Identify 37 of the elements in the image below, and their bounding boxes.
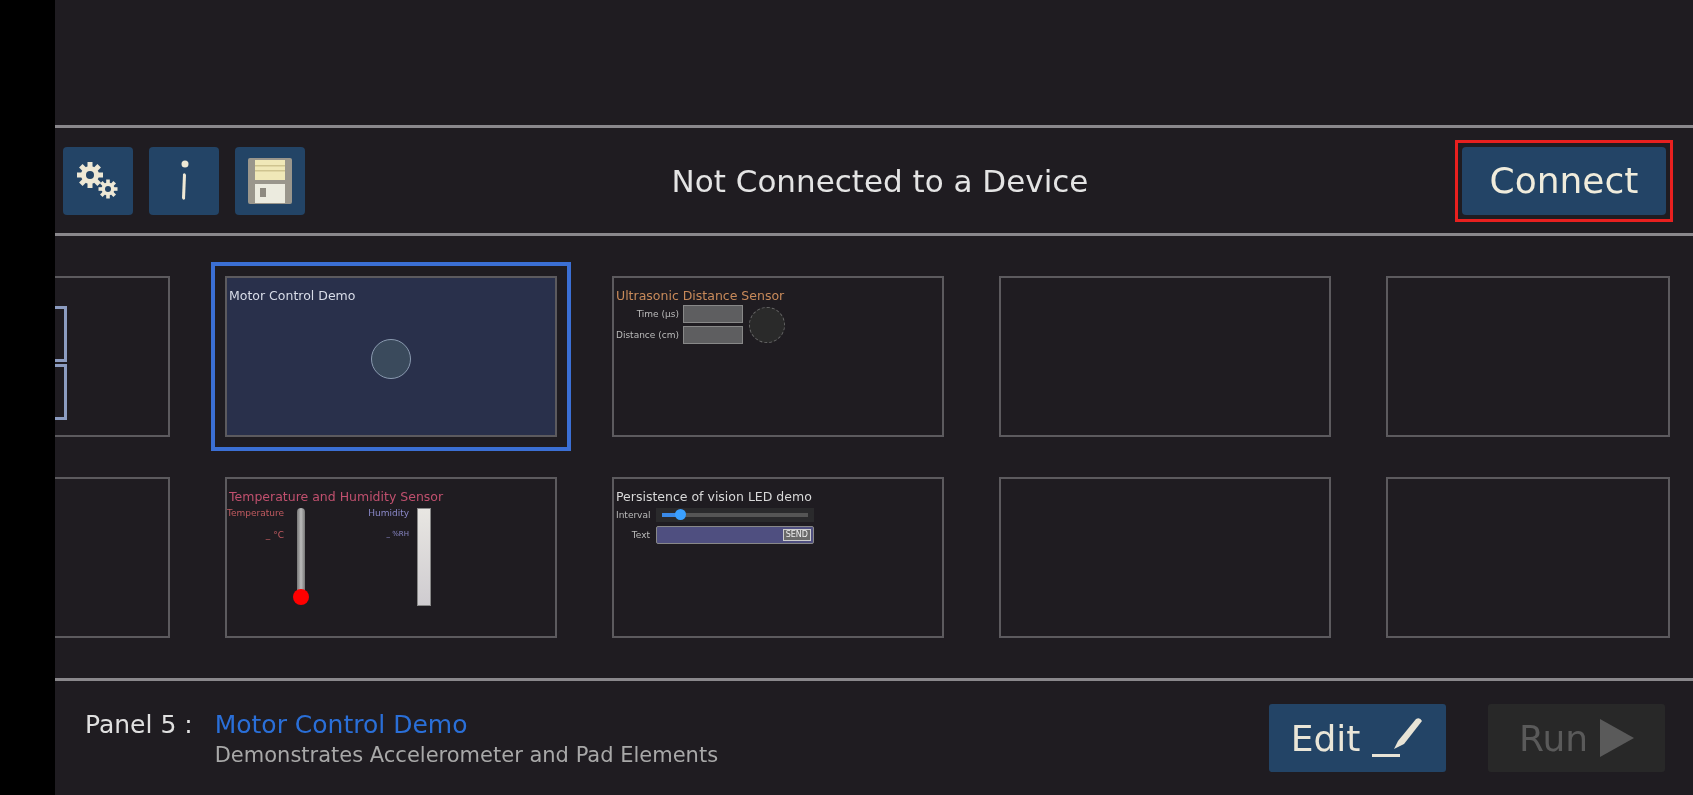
temperature-label: Temperature: [227, 508, 284, 518]
panel-title: Persistence of vision LED demo: [616, 489, 812, 504]
send-button[interactable]: SEND: [782, 529, 811, 541]
text-input-field[interactable]: SEND: [656, 526, 814, 544]
panel-title: Temperature and Humidity Sensor: [229, 489, 444, 504]
panel-card[interactable]: Ultrasonic Distance Sensor Time (µs) Distance (cm): [612, 276, 944, 437]
panel-title: Ultrasonic Distance Sensor: [616, 288, 785, 303]
humidity-label: Humidity: [368, 508, 409, 518]
pad-button: [55, 364, 67, 420]
settings-button[interactable]: [63, 146, 133, 215]
play-icon: [1600, 719, 1634, 757]
info-button[interactable]: [149, 146, 219, 215]
text-label: Text: [630, 530, 650, 540]
interval-label: Interval: [616, 510, 650, 520]
pad-button: [55, 306, 67, 362]
gears-icon: [75, 160, 121, 201]
value-field: [682, 326, 743, 344]
value-field: [682, 305, 743, 323]
joystick-pad: [371, 339, 411, 379]
field-label: Time (µs): [636, 309, 679, 319]
panel-card[interactable]: Persistence of vision LED demo Interval Text SEND: [612, 477, 944, 638]
panel-card[interactable]: [55, 276, 170, 437]
connection-status: Not Connected to a Device: [670, 162, 1090, 199]
edit-button[interactable]: Edit: [1269, 704, 1446, 772]
connect-button[interactable]: Connect: [1462, 146, 1666, 215]
pencil-icon: [1372, 717, 1425, 759]
indicator-light: [748, 306, 785, 343]
panel-number: Panel 5 :: [85, 709, 193, 739]
panel-name: Motor Control Demo: [214, 709, 469, 739]
field-label: Distance (cm): [616, 330, 679, 340]
interval-slider[interactable]: [656, 508, 814, 522]
temperature-reading: _ °C: [265, 530, 284, 540]
save-button[interactable]: [235, 146, 305, 215]
slider-thumb[interactable]: [674, 509, 686, 520]
panel-card[interactable]: Motor Control Demo: [225, 276, 557, 437]
panel-description: Demonstrates Accelerometer and Pad Elements: [214, 742, 719, 767]
panel-title: Motor Control Demo: [229, 288, 356, 303]
